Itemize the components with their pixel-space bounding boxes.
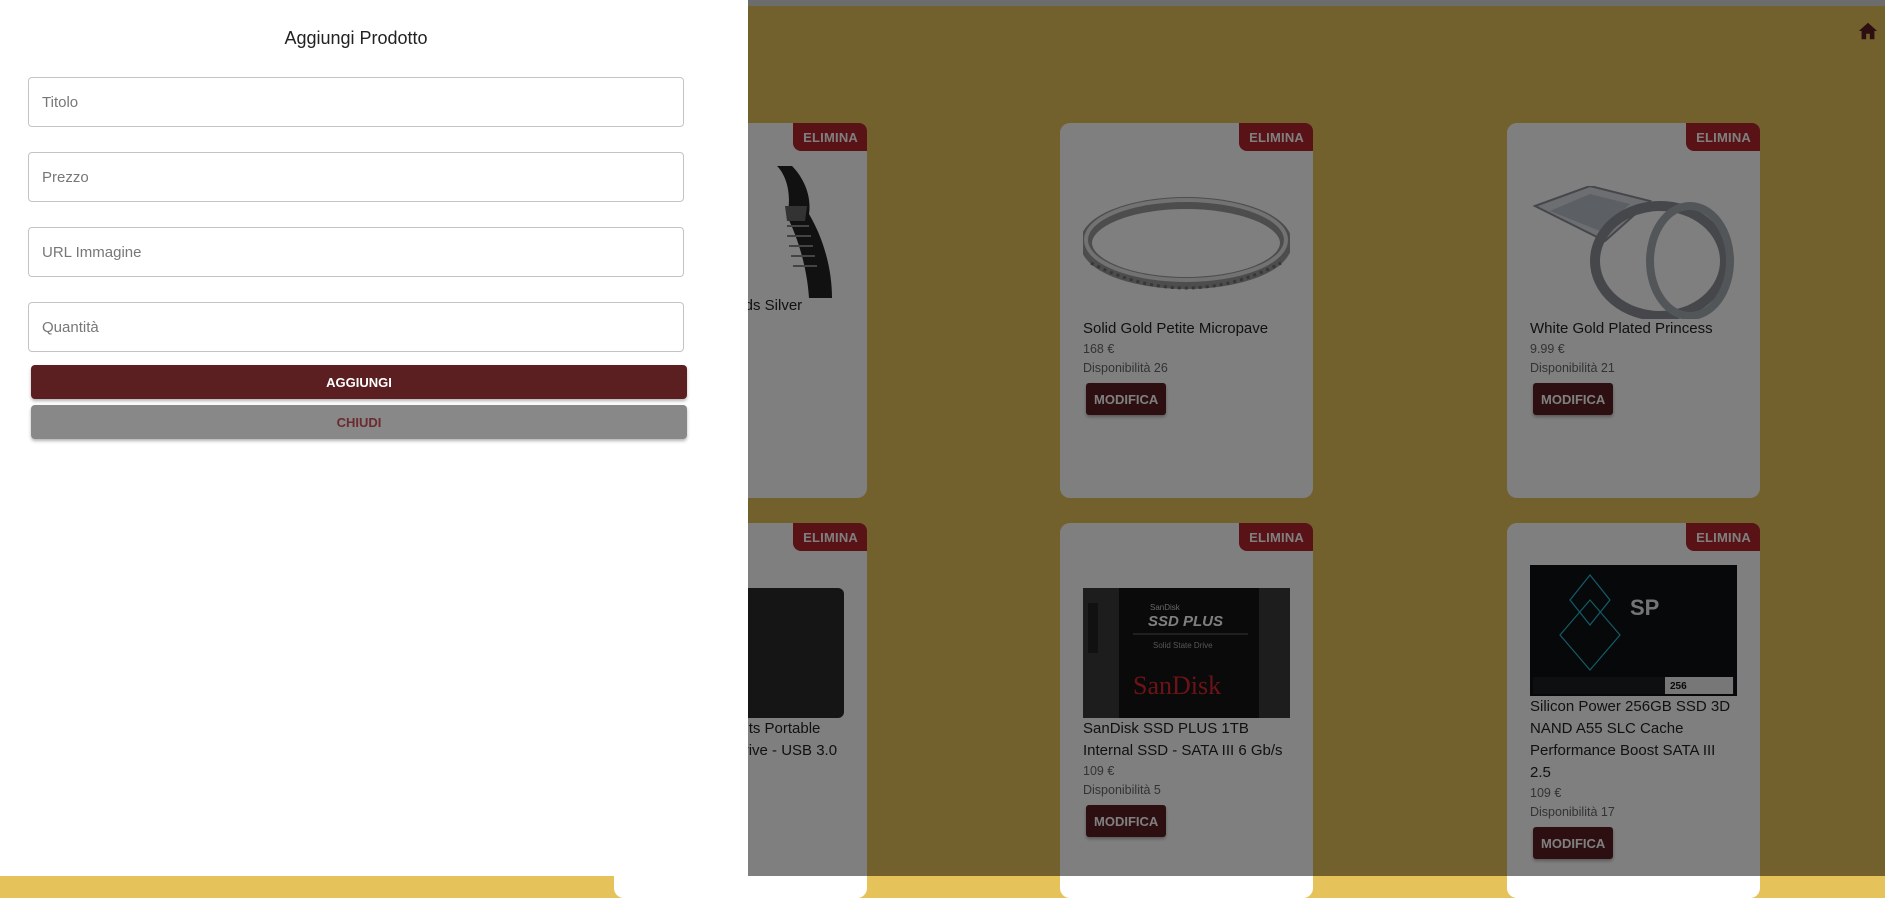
drawer-title: Aggiungi Prodotto — [284, 28, 428, 48]
price-input[interactable] — [28, 152, 684, 202]
image-url-input[interactable] — [28, 227, 684, 277]
close-button[interactable]: CHIUDI — [31, 405, 687, 439]
quantity-input[interactable] — [28, 302, 684, 352]
add-button[interactable]: AGGIUNGI — [31, 365, 687, 399]
title-input[interactable] — [28, 77, 684, 127]
add-product-drawer: Aggiungi Prodotto AGGIUNGI CHIUDI — [0, 0, 748, 876]
